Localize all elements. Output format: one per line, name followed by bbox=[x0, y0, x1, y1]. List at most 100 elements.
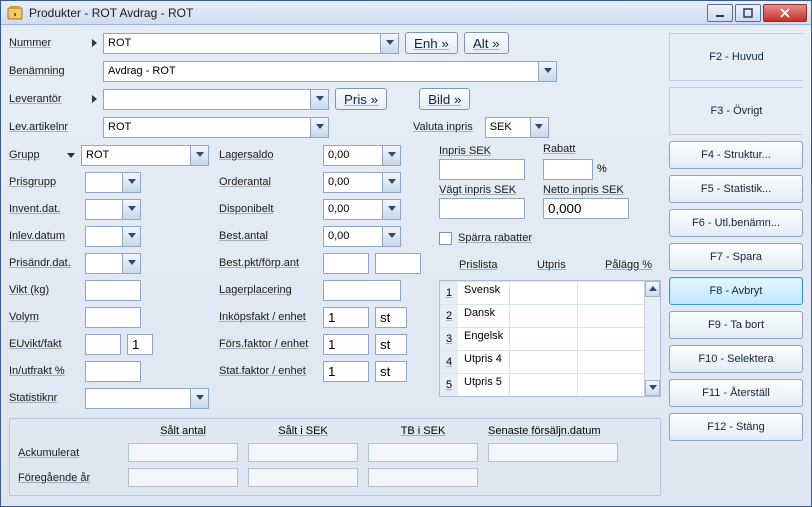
palagg-input[interactable] bbox=[577, 282, 644, 304]
f4-struktur-button[interactable]: F4 - Struktur... bbox=[669, 141, 803, 169]
dropdown-icon[interactable] bbox=[310, 118, 328, 137]
f7-spara-button[interactable]: F7 - Spara bbox=[669, 243, 803, 271]
dropdown-icon[interactable] bbox=[122, 173, 140, 192]
table-row: 1Svensk bbox=[440, 282, 644, 305]
dropdown-icon[interactable] bbox=[122, 227, 140, 246]
prisandrdat-input[interactable] bbox=[85, 253, 141, 274]
dropdown-icon[interactable] bbox=[190, 389, 208, 408]
prisgrupp-combo[interactable] bbox=[85, 172, 141, 193]
dropdown-icon[interactable] bbox=[382, 227, 400, 246]
lagersaldo-label: Lagersaldo bbox=[219, 149, 317, 161]
statfaktor-unit[interactable] bbox=[375, 361, 407, 382]
netto-input[interactable] bbox=[543, 198, 629, 219]
f11-aterstall-button[interactable]: F11 - Återställ bbox=[669, 379, 803, 407]
prislista-name: Engelsk bbox=[458, 328, 509, 350]
f12-stang-button[interactable]: F12 - Stäng bbox=[669, 413, 803, 441]
palagg-input[interactable] bbox=[577, 328, 644, 350]
inventdat-input[interactable] bbox=[85, 199, 141, 220]
bild-button[interactable]: Bild » bbox=[419, 88, 470, 110]
maximize-button[interactable] bbox=[735, 4, 761, 22]
inkopsfakt-input[interactable] bbox=[323, 307, 369, 328]
f8-avbryt-button[interactable]: F8 - Avbryt bbox=[669, 277, 803, 305]
dropdown-icon[interactable] bbox=[122, 200, 140, 219]
utpris-input[interactable] bbox=[509, 374, 576, 396]
tab-f3-ovrigt[interactable]: F3 - Övrigt bbox=[669, 87, 803, 135]
vikt-label: Vikt (kg) bbox=[9, 284, 79, 296]
inlevdatum-label: Inlev.datum bbox=[9, 230, 79, 242]
lagerplacering-input[interactable] bbox=[323, 280, 401, 301]
palagg-input[interactable] bbox=[577, 374, 644, 396]
levartikelnr-combo[interactable]: ROT bbox=[103, 117, 329, 138]
tab-f2-huvud[interactable]: F2 - Huvud bbox=[669, 33, 803, 81]
f10-selektera-button[interactable]: F10 - Selektera bbox=[669, 345, 803, 373]
scrollbar[interactable] bbox=[644, 281, 660, 396]
valuta-combo[interactable]: SEK bbox=[485, 117, 549, 138]
statfaktor-input[interactable] bbox=[323, 361, 369, 382]
volym-input[interactable] bbox=[85, 307, 141, 328]
inkopsfakt-unit[interactable] bbox=[375, 307, 407, 328]
nummer-combo[interactable]: ROT bbox=[103, 33, 399, 54]
dropdown-icon[interactable] bbox=[380, 34, 398, 53]
row-index: 1 bbox=[440, 282, 458, 305]
vagt-input[interactable] bbox=[439, 198, 525, 219]
minimize-button[interactable] bbox=[707, 4, 733, 22]
dropdown-icon[interactable] bbox=[382, 173, 400, 192]
palagg-input[interactable] bbox=[577, 305, 644, 327]
prislista-name: Dansk bbox=[458, 305, 509, 327]
euviktfakt-input-2[interactable] bbox=[127, 334, 153, 355]
utpris-input[interactable] bbox=[509, 305, 576, 327]
table-row: 4Utpris 4 bbox=[440, 351, 644, 374]
inpris-label: Inpris SEK bbox=[439, 145, 525, 157]
inlevdatum-input[interactable] bbox=[85, 226, 141, 247]
f9-tabort-button[interactable]: F9 - Ta bort bbox=[669, 311, 803, 339]
dropdown-icon[interactable] bbox=[122, 254, 140, 273]
grupp-combo[interactable]: ROT bbox=[81, 145, 209, 166]
alt-button[interactable]: Alt » bbox=[464, 32, 509, 54]
utpris-input[interactable] bbox=[509, 282, 576, 304]
lagersaldo-input[interactable]: 0,00 bbox=[323, 145, 401, 166]
chevron-down-icon[interactable] bbox=[67, 153, 75, 158]
forsfaktor-input[interactable] bbox=[323, 334, 369, 355]
utpris-input[interactable] bbox=[509, 351, 576, 373]
bestantal-label: Best.antal bbox=[219, 230, 317, 242]
f5-statistik-button[interactable]: F5 - Statistik... bbox=[669, 175, 803, 203]
forsfaktor-label: Förs.faktor / enhet bbox=[219, 338, 317, 350]
palagg-input[interactable] bbox=[577, 351, 644, 373]
expand-icon[interactable] bbox=[92, 95, 97, 103]
inutfrakt-input[interactable] bbox=[85, 361, 141, 382]
disponibelt-input[interactable]: 0,00 bbox=[323, 199, 401, 220]
dropdown-icon[interactable] bbox=[382, 200, 400, 219]
dropdown-icon[interactable] bbox=[310, 90, 328, 109]
prislista-name: Utpris 4 bbox=[458, 351, 509, 373]
pre-salt-sek bbox=[248, 468, 358, 487]
close-button[interactable] bbox=[763, 4, 807, 22]
enh-button[interactable]: Enh » bbox=[405, 32, 458, 54]
col-palagg: Pålägg % bbox=[605, 259, 652, 271]
expand-icon[interactable] bbox=[92, 39, 97, 47]
bestpkt-input-2[interactable] bbox=[375, 253, 421, 274]
statistiknr-combo[interactable] bbox=[85, 388, 209, 409]
euviktfakt-input-1[interactable] bbox=[85, 334, 121, 355]
bestpkt-input-1[interactable] bbox=[323, 253, 369, 274]
inpris-input[interactable] bbox=[439, 159, 525, 180]
orderantal-input[interactable]: 0,00 bbox=[323, 172, 401, 193]
scroll-up-icon[interactable] bbox=[645, 281, 660, 297]
ackumulerat-label: Ackumulerat bbox=[18, 447, 118, 459]
disponibelt-label: Disponibelt bbox=[219, 203, 317, 215]
dropdown-icon[interactable] bbox=[190, 146, 208, 165]
benamning-combo[interactable]: Avdrag - ROT bbox=[103, 61, 557, 82]
f6-utlbenamn-button[interactable]: F6 - Utl.benämn... bbox=[669, 209, 803, 237]
sparra-checkbox[interactable] bbox=[439, 232, 452, 245]
vikt-input[interactable] bbox=[85, 280, 141, 301]
leverantor-combo[interactable] bbox=[103, 89, 329, 110]
forsfaktor-unit[interactable] bbox=[375, 334, 407, 355]
utpris-input[interactable] bbox=[509, 328, 576, 350]
pris-button[interactable]: Pris » bbox=[335, 88, 387, 110]
dropdown-icon[interactable] bbox=[538, 62, 556, 81]
rabatt-input[interactable] bbox=[543, 159, 593, 180]
dropdown-icon[interactable] bbox=[530, 118, 548, 137]
scroll-down-icon[interactable] bbox=[645, 380, 660, 396]
bestantal-input[interactable]: 0,00 bbox=[323, 226, 401, 247]
main-form: Nummer ROT Enh » Alt » Benämning Avdrag … bbox=[9, 31, 661, 496]
dropdown-icon[interactable] bbox=[382, 146, 400, 165]
